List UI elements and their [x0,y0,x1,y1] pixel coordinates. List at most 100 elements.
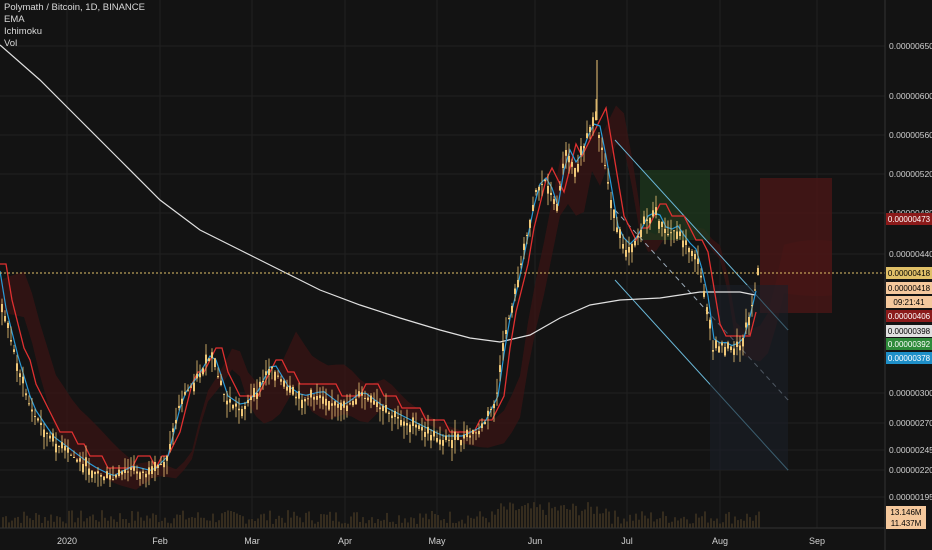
volume-bar [377,519,379,528]
volume-bar [188,517,190,528]
volume-bar [668,522,670,528]
candle-body [271,366,273,369]
volume-bar [659,518,661,528]
volume-bar [350,516,352,528]
volume-bar [653,521,655,528]
candle-body [178,405,180,408]
volume-bar [323,514,325,528]
candle-body [493,404,495,409]
x-tick-label: 2020 [57,536,77,546]
volume-bar [581,510,583,528]
candle-body [217,376,219,378]
volume-bar [632,520,634,528]
candle-body [691,251,693,256]
volume-bar [254,520,256,528]
candle-body [214,358,216,367]
volume-bar [353,512,355,528]
candle-body [70,454,72,456]
volume-bar [539,504,541,528]
candle-body [742,338,744,347]
candle-body [664,228,666,233]
candle-body [553,199,555,204]
volume-bar [557,510,559,528]
price-label: 0.00000473 [886,213,932,225]
candle-body [538,187,540,191]
volume-bar [758,511,760,528]
volume-bar [743,520,745,528]
volume-bar [560,505,562,528]
candle-body [619,229,621,238]
candle-body [388,412,390,414]
candle-body [184,391,186,395]
candle-body [115,474,117,478]
volume-bar [128,522,130,528]
candle-body [610,200,612,209]
candle-body [223,393,225,395]
volume-bar [50,514,52,528]
candle-body [580,146,582,155]
volume-bar [329,511,331,528]
candle-body [598,135,600,138]
volume-bar [407,522,409,528]
x-tick-label: Mar [244,536,260,546]
candle-body [133,466,135,471]
candle-body [454,431,456,440]
volume-bar [170,523,172,528]
volume-bar [32,520,34,528]
price-label-text: 0.00000398 [888,327,931,336]
volume-bar [374,523,376,528]
candle-body [751,305,753,307]
volume-bar [290,517,292,528]
volume-bar [242,516,244,528]
candle-body [358,391,360,397]
price-label: 09:21:41 [886,296,932,308]
candle-body [424,432,426,437]
price-label-text: 0.00000418 [888,284,931,293]
price-chart[interactable]: 2020 Feb Mar Apr May Jun Jul Aug Sep 0.00000650 0.… [0,0,932,550]
candle-body [382,405,384,411]
volume-bar [116,521,118,528]
volume-bar [344,522,346,528]
volume-bar [362,517,364,528]
volume-bar [215,522,217,528]
legend-title[interactable]: Polymath / Bitcoin, 1D, BINANCE [4,2,145,14]
volume-bar [611,523,613,528]
candle-body [430,435,432,441]
candle-body [379,407,381,410]
volume-bar [266,520,268,528]
candle-body [442,440,444,446]
legend-vol[interactable]: Vol [4,38,145,50]
candle-body [679,231,681,236]
candle-body [694,254,696,260]
volume-bar [431,510,433,528]
volume-bar [740,519,742,528]
volume-bar [617,516,619,528]
volume-bar [314,523,316,528]
candle-body [319,395,321,399]
volume-bar [8,522,10,528]
volume-bar [629,514,631,528]
volume-bar [5,516,7,528]
volume-bar [2,517,4,528]
volume-bar [608,511,610,528]
volume-bar [701,516,703,528]
legend-ichimoku[interactable]: Ichimoku [4,26,145,38]
candle-body [52,433,54,442]
candle-body [634,241,636,246]
volume-bar [635,513,637,528]
volume-bar [272,523,274,528]
candle-body [247,400,249,403]
volume-bar [269,510,271,528]
volume-bar [332,520,334,528]
volume-bar [602,513,604,528]
volume-bar [509,502,511,528]
legend-ema[interactable]: EMA [4,14,145,26]
volume-bar [665,516,667,528]
volume-bar [599,513,601,528]
candle-body [304,399,306,402]
candle-body [730,346,732,350]
candle-body [556,204,558,211]
price-label-text: 0.00000473 [888,215,931,224]
candle-body [745,322,747,328]
volume-bar [131,511,133,528]
